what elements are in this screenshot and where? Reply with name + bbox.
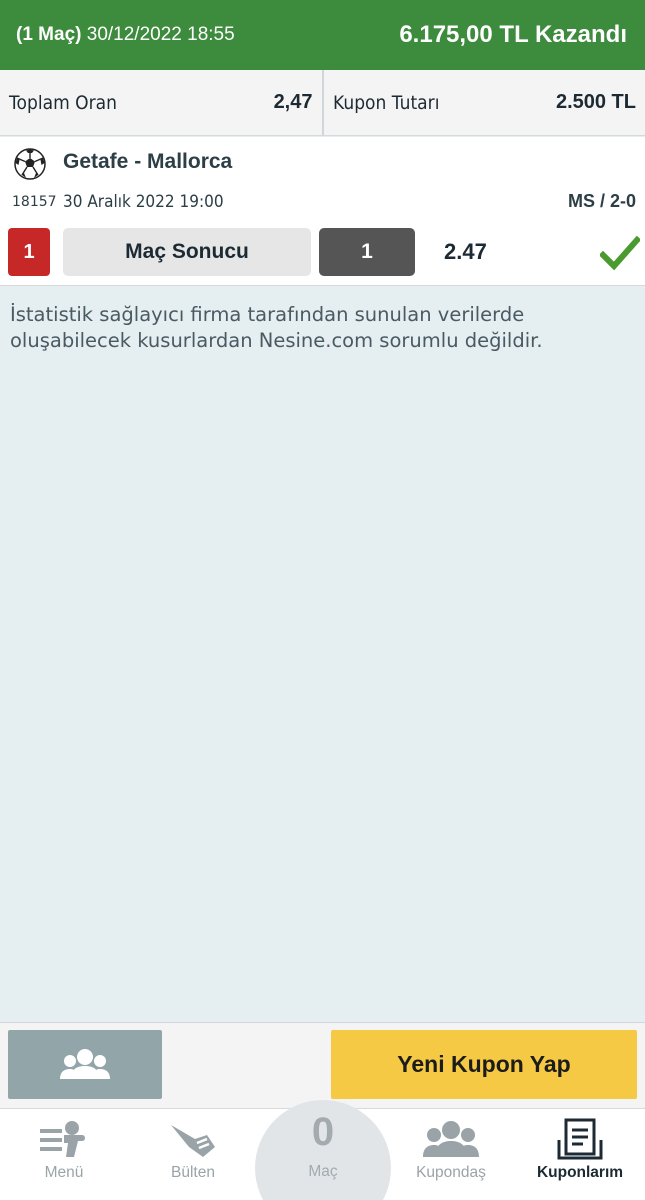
group-icon bbox=[60, 1048, 110, 1079]
total-odds-label: Toplam Oran bbox=[9, 91, 117, 114]
total-odds-value: 2,47 bbox=[273, 91, 313, 113]
new-coupon-button[interactable]: Yeni Kupon Yap bbox=[331, 1030, 637, 1099]
kupondas-icon bbox=[423, 1121, 479, 1157]
tab-coupons-label: Kuponlarım bbox=[536, 1164, 624, 1181]
disclaimer-text: İstatistik sağlayıcı firma tarafından su… bbox=[10, 303, 543, 352]
match-date: 30 Aralık 2022 19:00 bbox=[63, 192, 224, 212]
stake-cell: Kupon Tutarı 2.500 TL bbox=[321, 70, 645, 135]
coupons-icon bbox=[557, 1118, 603, 1160]
coupon-datetime: 30/12/2022 18:55 bbox=[86, 24, 235, 45]
coupon-header: (1 Maç) 30/12/2022 18:55 6.175,00 TL Kaz… bbox=[0, 0, 645, 70]
mbs-badge: 1 bbox=[8, 228, 50, 276]
coupon-header-left: (1 Maç) 30/12/2022 18:55 bbox=[16, 24, 235, 46]
tab-bulletin-label: Bülten bbox=[171, 1164, 215, 1181]
share-group-button[interactable] bbox=[8, 1030, 162, 1099]
stake-value: 2.500 TL bbox=[555, 91, 636, 113]
match-code: 18157 bbox=[12, 194, 57, 210]
stake-label: Kupon Tutarı bbox=[332, 91, 439, 114]
coupon-summary: Toplam Oran 2,47 Kupon Tutarı 2.500 TL bbox=[0, 70, 645, 136]
pick-value: 1 bbox=[319, 228, 415, 276]
match-score: MS / 2-0 bbox=[567, 191, 636, 211]
pick-odd: 2.47 bbox=[444, 239, 487, 264]
tab-kupondas[interactable]: Kupondaş bbox=[391, 1110, 511, 1195]
tab-menu-label: Menü bbox=[44, 1164, 84, 1181]
match-count-label: Maç bbox=[308, 1163, 338, 1180]
tab-coupons[interactable]: Kuponlarım bbox=[520, 1110, 640, 1195]
tab-menu[interactable]: Menü bbox=[4, 1110, 124, 1195]
tab-bulletin[interactable]: Bülten bbox=[133, 1110, 253, 1195]
match-teams: Getafe - Mallorca bbox=[63, 150, 233, 173]
market-name: Maç Sonucu bbox=[63, 228, 311, 276]
total-odds-cell: Toplam Oran 2,47 bbox=[0, 70, 322, 135]
check-icon bbox=[600, 235, 640, 271]
soccer-ball-icon bbox=[14, 148, 46, 180]
bulletin-icon bbox=[171, 1119, 215, 1157]
match-count-number: 0 bbox=[311, 1110, 335, 1154]
coupon-result: 6.175,00 TL Kazandı bbox=[399, 21, 627, 48]
menu-icon bbox=[40, 1121, 85, 1157]
tab-kupondas-label: Kupondaş bbox=[416, 1164, 486, 1181]
match-count: (1 Maç) bbox=[16, 24, 82, 45]
